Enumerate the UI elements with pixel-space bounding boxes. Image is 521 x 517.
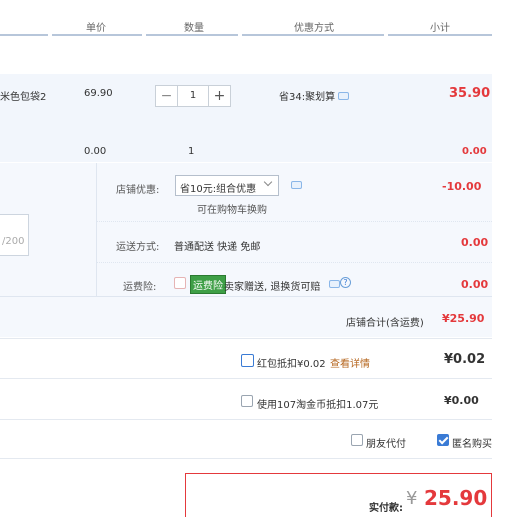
col-header-qty: 数量 — [184, 23, 204, 34]
chat-icon[interactable] — [329, 280, 340, 288]
insurance-tag: 运费险 — [190, 275, 226, 294]
item-name[interactable]: 米色包袋2 — [0, 88, 46, 103]
coupon-select[interactable]: 省10元:组合优惠 — [175, 175, 279, 196]
payment-amount: 25.90 — [424, 486, 488, 510]
redpacket-amount: ¥0.02 — [444, 352, 486, 367]
shop-total-value: ¥25.90 — [442, 312, 485, 325]
insurance-label: 运费险: — [123, 282, 157, 293]
insurance-checkbox[interactable] — [174, 277, 186, 289]
item-row — [0, 74, 492, 162]
divider — [0, 378, 492, 379]
divider — [0, 458, 492, 459]
memo-input[interactable] — [0, 214, 29, 256]
coins-checkbox[interactable] — [241, 395, 253, 407]
coins-amount: ¥0.00 — [444, 394, 479, 407]
coupon-amount: -10.00 — [442, 180, 482, 193]
payment-label: 实付款: — [369, 503, 403, 514]
insurance-amount: 0.00 — [461, 278, 489, 291]
payment-currency: ¥ — [406, 488, 418, 509]
header-underline — [388, 34, 492, 36]
delivery-label: 运送方式: — [116, 242, 160, 253]
divider — [0, 296, 492, 297]
qty-plus-button[interactable]: + — [208, 85, 231, 107]
friend-pay-checkbox[interactable] — [351, 434, 363, 446]
item2-qty: 1 — [188, 146, 195, 157]
qty-input[interactable]: 1 — [178, 85, 208, 107]
friend-pay-label: 朋友代付 — [366, 439, 406, 450]
chat-icon[interactable] — [291, 181, 302, 189]
item-price: 69.90 — [84, 88, 113, 99]
redpacket-detail-link[interactable]: 查看详情 — [330, 355, 370, 370]
header-underline — [52, 34, 142, 36]
coupon-label: 店铺优惠: — [116, 185, 160, 196]
chevron-down-icon — [263, 177, 273, 187]
redpacket-label: 红包抵扣¥0.02 — [257, 359, 326, 370]
col-header-discount: 优惠方式 — [294, 23, 334, 34]
delivery-value: 普通配送 快递 免邮 — [174, 242, 261, 253]
divider — [97, 262, 492, 263]
item-subtotal: 35.90 — [449, 86, 491, 101]
memo-counter: /200 — [2, 236, 25, 247]
help-icon[interactable]: ? — [340, 277, 351, 288]
insurance-text: 卖家赠送, 退换货可赔 — [224, 282, 321, 293]
order-confirm-page: 单价 数量 优惠方式 小计 米色包袋2 69.90 − 1 + 省34:聚划算 … — [0, 0, 521, 517]
divider — [0, 338, 492, 339]
divider — [0, 419, 492, 420]
col-header-subtotal: 小计 — [430, 23, 450, 34]
divider — [97, 221, 492, 222]
item-discount: 省34:聚划算 — [279, 92, 336, 103]
item2-subtotal: 0.00 — [462, 146, 487, 157]
coins-label: 使用107淘金币抵扣1.07元 — [257, 400, 379, 411]
header-underline — [242, 34, 384, 36]
header-underline — [0, 34, 48, 36]
col-header-price: 单价 — [86, 23, 106, 34]
qty-minus-button[interactable]: − — [155, 85, 178, 107]
redpacket-checkbox[interactable] — [241, 354, 254, 367]
anonymous-checkbox[interactable] — [437, 434, 449, 446]
shop-total-label: 店铺合计(含运费) — [346, 318, 424, 329]
chat-icon[interactable] — [338, 92, 349, 100]
header-underline — [146, 34, 238, 36]
item2-price: 0.00 — [84, 146, 107, 157]
coupon-note: 可在购物车换购 — [197, 205, 267, 216]
coupon-select-value: 省10元:组合优惠 — [180, 184, 257, 195]
anonymous-label: 匿名购买 — [452, 439, 492, 450]
delivery-amount: 0.00 — [461, 236, 489, 249]
